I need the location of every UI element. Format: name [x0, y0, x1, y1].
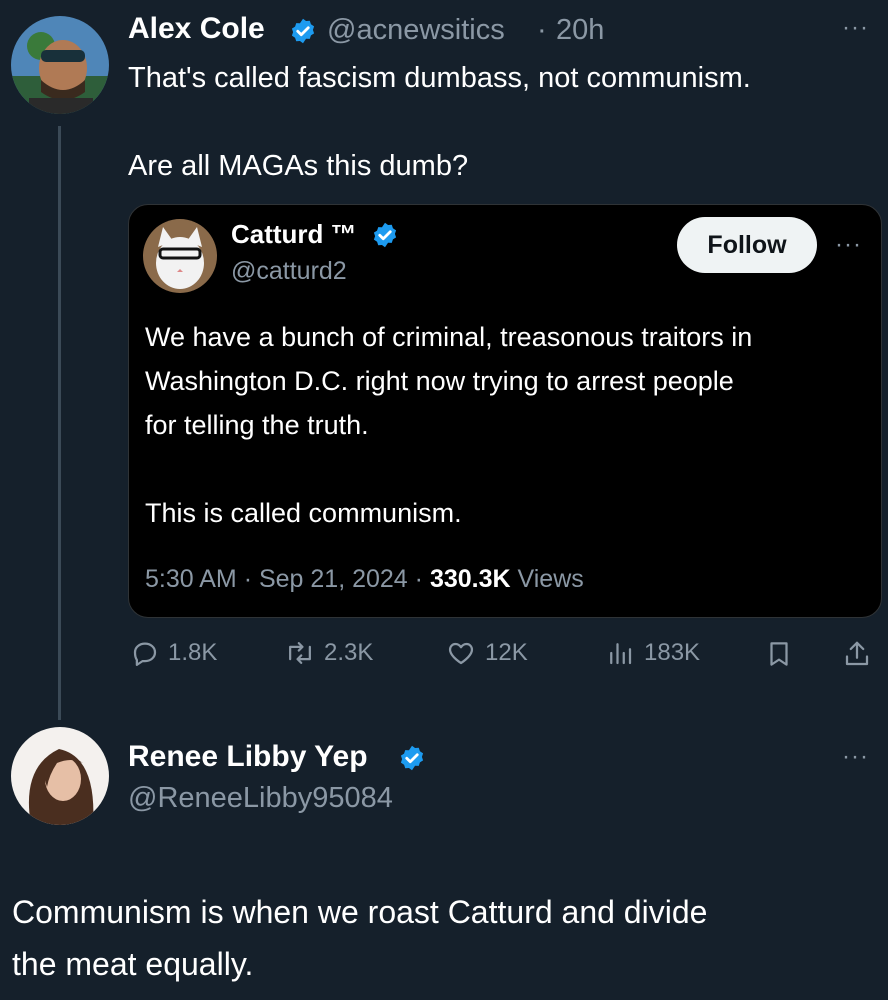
repost-count: 2.3K	[324, 639, 374, 666]
reply-author-name[interactable]: Renee Libby Yep	[128, 740, 368, 774]
bookmark-button[interactable]	[764, 638, 794, 670]
bookmark-icon	[764, 638, 794, 670]
tweet-text-line2: Are all MAGAs this dumb?	[128, 150, 469, 182]
reply-button[interactable]: 1.8K	[130, 638, 217, 668]
verified-badge-icon	[289, 17, 317, 50]
reply-text-line2: the meat equally.	[12, 946, 254, 982]
views-button[interactable]: 183K	[604, 638, 700, 668]
follow-button[interactable]: Follow	[677, 217, 817, 273]
quoted-tweet-card[interactable]: Catturd ™ @catturd2 Follow ··· We have a…	[128, 204, 882, 618]
verified-badge-icon	[398, 744, 426, 777]
repost-button[interactable]: 2.3K	[284, 638, 373, 668]
reply-author-handle[interactable]: @ReneeLibby95084	[128, 782, 393, 815]
quoted-text-line1: We have a bunch of criminal, treasonous …	[145, 322, 753, 352]
quoted-time[interactable]: 5:30 AM	[145, 565, 237, 593]
reply-text-line1: Communism is when we roast Catturd and d…	[12, 894, 708, 930]
quoted-date[interactable]: Sep 21, 2024	[259, 565, 408, 593]
more-icon[interactable]: ···	[835, 231, 862, 259]
share-button[interactable]	[842, 638, 872, 670]
like-button[interactable]: 12K	[445, 638, 528, 668]
reply-icon	[130, 638, 160, 668]
author-handle[interactable]: @acnewsitics	[327, 14, 505, 47]
meta-separator: ·	[243, 565, 253, 593]
meta-separator: ·	[414, 565, 423, 593]
quoted-text-line2: Washington D.C. right now trying to arre…	[145, 366, 734, 396]
views-count: 183K	[644, 639, 701, 666]
reply-author-avatar[interactable]	[11, 727, 109, 825]
meta-separator: ·	[537, 14, 547, 46]
tweet-time[interactable]: 20h	[556, 14, 604, 47]
author-name[interactable]: Alex Cole	[128, 12, 265, 46]
tweet-text-line1: That's called fascism dumbass, not commu…	[128, 62, 751, 94]
quoted-author-avatar[interactable]	[143, 219, 217, 293]
more-icon[interactable]: ···	[842, 743, 869, 771]
reply-count: 1.8K	[168, 639, 218, 666]
quoted-text-line4: This is called communism.	[145, 498, 462, 528]
quoted-views-count: 330.3K	[429, 565, 511, 593]
quoted-author-handle[interactable]: @catturd2	[231, 257, 347, 286]
thread-line	[58, 126, 61, 720]
repost-icon	[284, 638, 316, 668]
quoted-views-label: Views	[517, 565, 584, 593]
like-icon	[445, 638, 477, 668]
more-icon[interactable]: ···	[842, 14, 869, 42]
quoted-text-line3: for telling the truth.	[145, 410, 369, 440]
share-icon	[842, 638, 872, 670]
verified-badge-icon	[371, 221, 399, 254]
quoted-meta: 5:30 AM · Sep 21, 2024 · 330.3K Views	[145, 565, 584, 594]
views-icon	[604, 638, 636, 668]
author-avatar[interactable]	[11, 16, 109, 114]
quoted-author-name[interactable]: Catturd ™	[231, 219, 357, 250]
like-count: 12K	[485, 639, 528, 666]
